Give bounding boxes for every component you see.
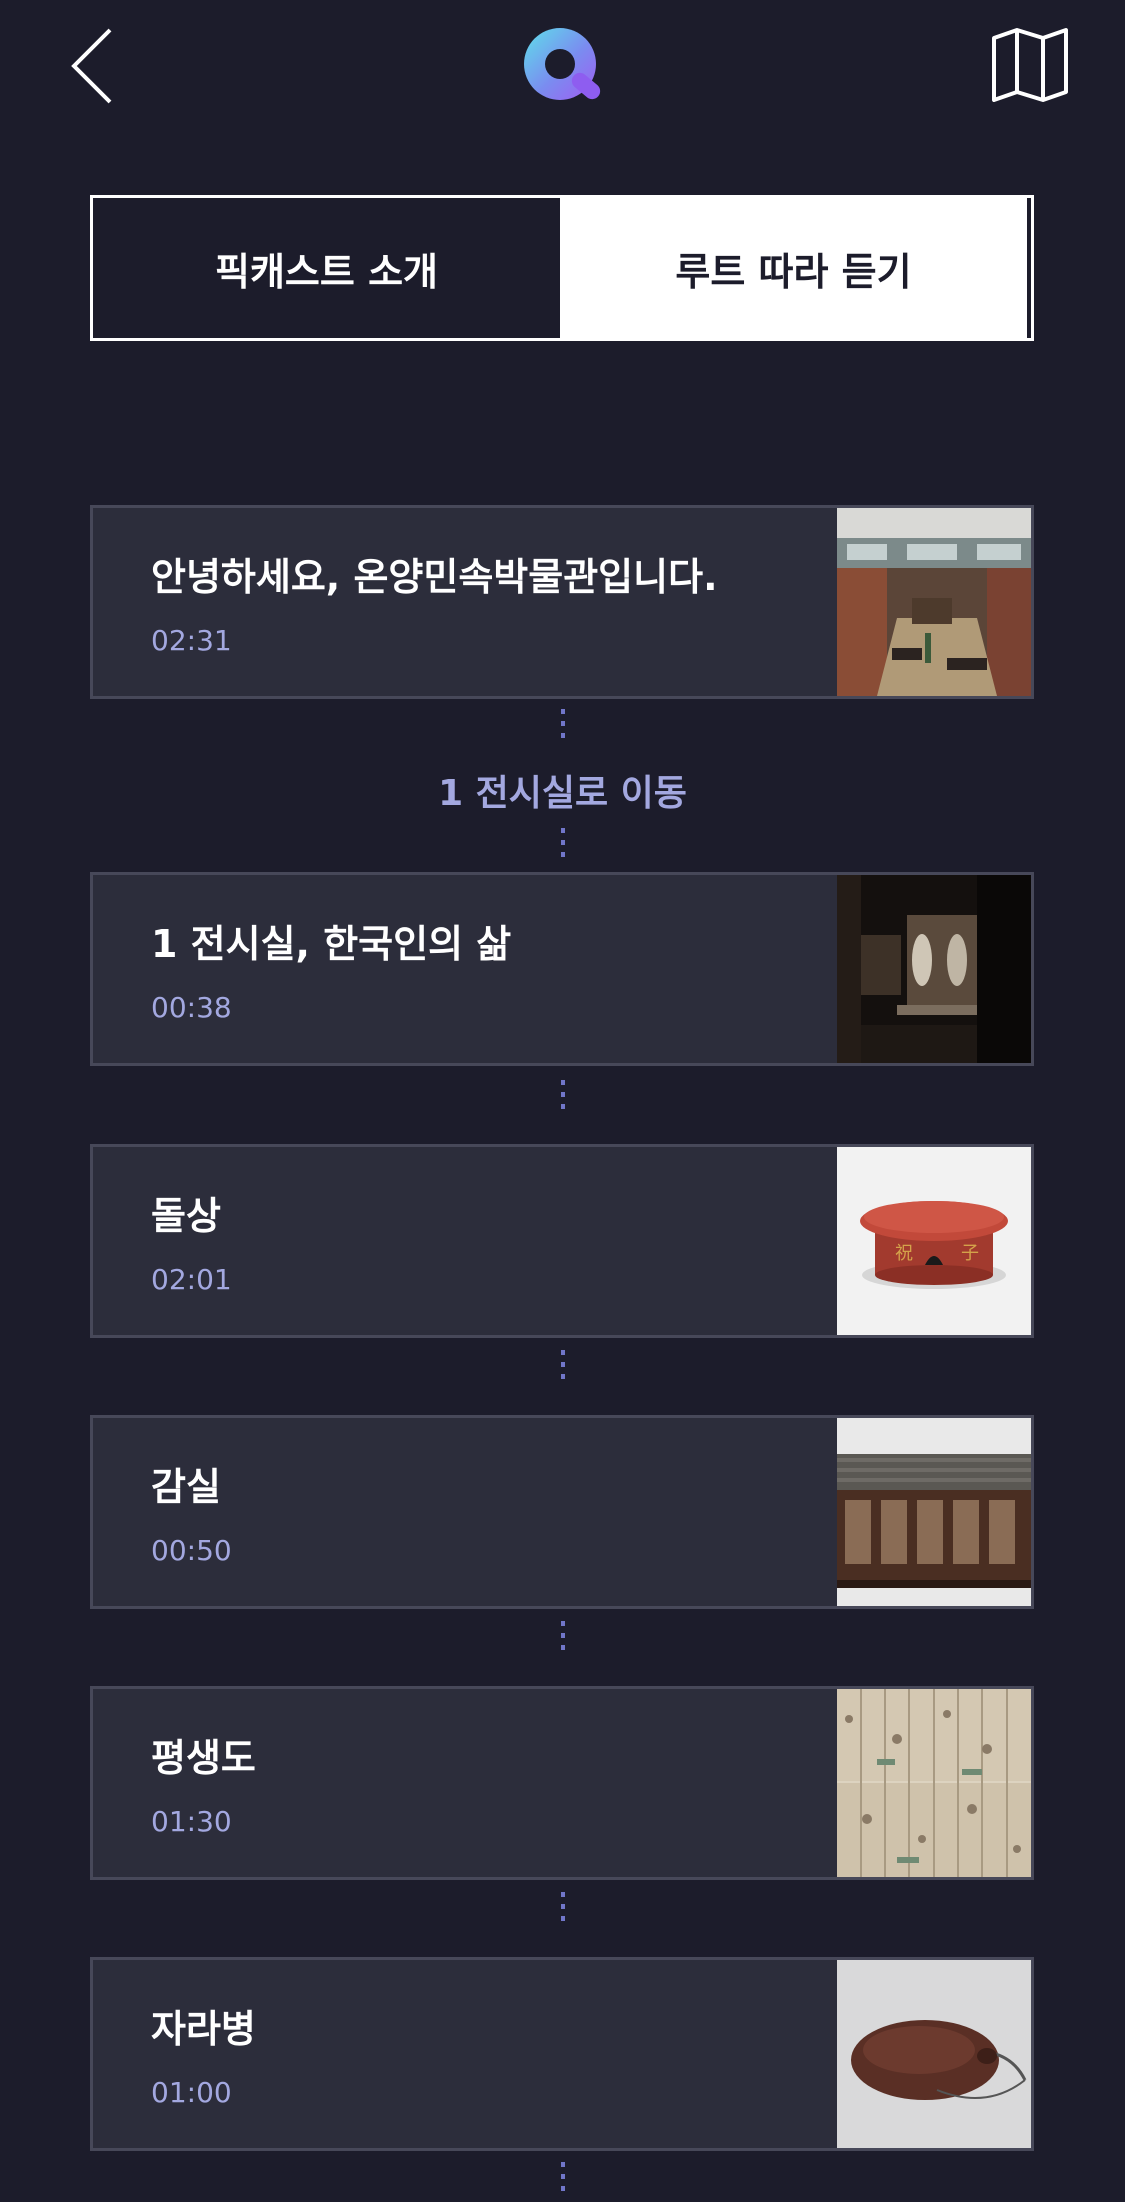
shrine-thumbnail [837, 1418, 1031, 1606]
track-title: 돌상 [151, 1194, 221, 1238]
track-card[interactable]: 평생도 01:30 [90, 1686, 1034, 1880]
tab-bar: 픽캐스트 소개 루트 따라 듣기 [90, 195, 1034, 341]
track-title: 자라병 [151, 2007, 256, 2051]
route-connector [561, 828, 565, 864]
route-connector [561, 1621, 565, 1657]
track-duration: 02:31 [151, 624, 232, 657]
track-duration: 00:50 [151, 1534, 232, 1567]
track-title: 1 전시실, 한국인의 삶 [151, 922, 512, 966]
chevron-left-icon [71, 28, 112, 104]
red-table-thumbnail: 祝 子 [837, 1147, 1031, 1335]
top-bar [0, 0, 1125, 140]
track-duration: 01:00 [151, 2076, 232, 2109]
map-icon [992, 28, 1068, 102]
tab-pickcast-intro[interactable]: 픽캐스트 소개 [93, 198, 560, 338]
route-connector [561, 1350, 565, 1386]
track-duration: 00:38 [151, 991, 232, 1024]
museum-lobby-thumbnail [837, 508, 1031, 696]
tab-route-listen[interactable]: 루트 따라 듣기 [560, 198, 1031, 338]
route-connector [561, 2162, 565, 2198]
track-duration: 01:30 [151, 1805, 232, 1838]
track-card[interactable]: 안녕하세요, 온양민속박물관입니다. 02:31 [90, 505, 1034, 699]
track-card[interactable]: 돌상 02:01 祝 子 [90, 1144, 1034, 1338]
route-connector [561, 1892, 565, 1928]
app-logo [520, 26, 606, 108]
svg-text:子: 子 [961, 1243, 979, 1264]
track-card[interactable]: 자라병 01:00 [90, 1957, 1034, 2151]
move-to-room-label: 1 전시실로 이동 [438, 773, 687, 814]
svg-text:祝: 祝 [895, 1243, 913, 1264]
map-button[interactable] [990, 26, 1070, 102]
track-duration: 02:01 [151, 1263, 232, 1296]
track-title: 감실 [151, 1465, 221, 1509]
back-button[interactable] [66, 26, 126, 106]
turtle-bottle-thumbnail [837, 1960, 1031, 2148]
track-title: 안녕하세요, 온양민속박물관입니다. [151, 555, 718, 599]
route-connector [561, 709, 565, 745]
track-card[interactable]: 1 전시실, 한국인의 삶 00:38 [90, 872, 1034, 1066]
exhibit-hall-thumbnail [837, 875, 1031, 1063]
track-card[interactable]: 감실 00:50 [90, 1415, 1034, 1609]
q-logo-icon [524, 28, 601, 100]
route-connector [561, 1080, 565, 1116]
folding-screen-thumbnail [837, 1689, 1031, 1877]
track-title: 평생도 [151, 1736, 256, 1780]
